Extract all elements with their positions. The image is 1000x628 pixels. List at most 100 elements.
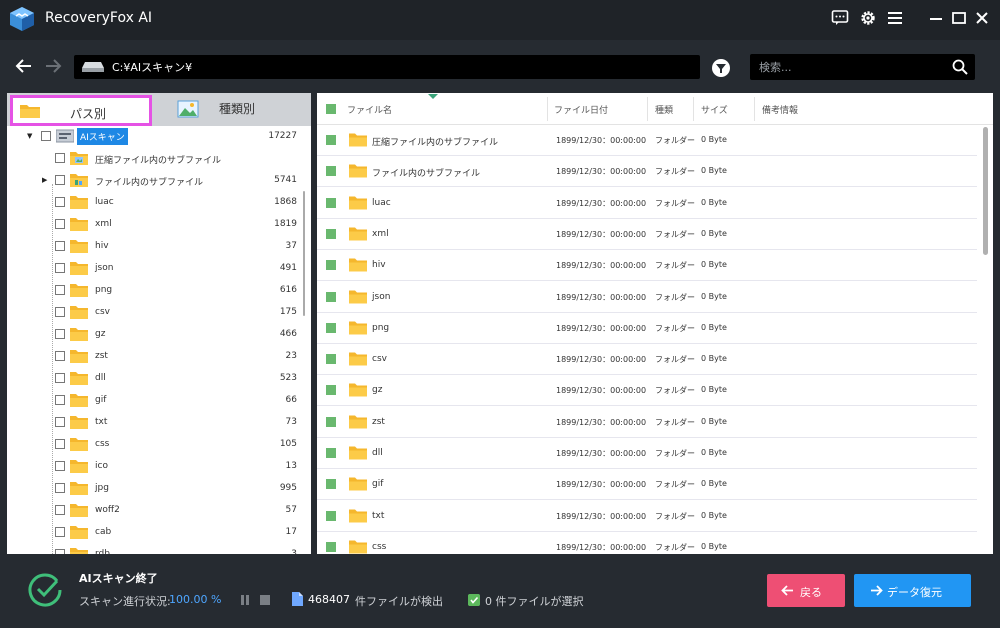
tree-checkbox[interactable] xyxy=(55,219,65,229)
tree-item[interactable]: 圧縮ファイル内のサブファイル xyxy=(7,148,303,170)
select-all-checkbox[interactable] xyxy=(326,104,336,114)
column-header-name[interactable]: ファイル名 xyxy=(347,103,392,116)
row-checkbox[interactable] xyxy=(326,291,336,302)
sort-arrow-icon[interactable] xyxy=(428,94,438,99)
tree-item[interactable]: zst 23 xyxy=(7,346,303,368)
row-checkbox[interactable] xyxy=(326,166,336,177)
file-list-scrollbar[interactable] xyxy=(983,127,988,255)
tree-checkbox[interactable] xyxy=(55,241,65,251)
row-checkbox[interactable] xyxy=(326,322,336,333)
tree-item[interactable]: ▶ ファイル内のサブファイル 5741 xyxy=(7,170,303,192)
tree-item[interactable]: json 491 xyxy=(7,258,303,280)
tree-item[interactable]: csv 175 xyxy=(7,302,303,324)
stop-icon[interactable] xyxy=(260,595,270,605)
tree-item[interactable]: xml 1819 xyxy=(7,214,303,236)
expand-arrow-icon[interactable]: ▶ xyxy=(42,176,47,184)
tree-checkbox[interactable] xyxy=(55,197,65,207)
status-bar: AIスキャン終了 スキャン進行状況: 100.00 % 468407 件ファイル… xyxy=(7,560,993,622)
file-date: 1899/12/30：00:00:00 xyxy=(556,292,647,302)
tree-item[interactable]: rdb 3 xyxy=(7,544,303,554)
pause-icon[interactable] xyxy=(240,595,250,605)
menu-icon[interactable] xyxy=(885,8,905,28)
tree-item[interactable]: woff2 57 xyxy=(7,500,303,522)
tree-item[interactable]: png 616 xyxy=(7,280,303,302)
tree-checkbox[interactable] xyxy=(55,153,65,163)
row-checkbox[interactable] xyxy=(326,260,336,271)
row-checkbox[interactable] xyxy=(326,228,336,239)
table-row[interactable]: gif 1899/12/30：00:00:00 フォルダー 0 Byte xyxy=(317,469,977,501)
tree-checkbox[interactable] xyxy=(55,505,65,515)
column-header-type[interactable]: 種類 xyxy=(655,103,673,116)
app-window: RecoveryFox AI C:¥AIスキャン¥ 検索... パス別 種類別 … xyxy=(0,0,1000,628)
recover-data-button[interactable]: データ復元 xyxy=(854,574,971,607)
tree-checkbox[interactable] xyxy=(55,285,65,295)
tree-item[interactable]: gz 466 xyxy=(7,324,303,346)
tree-checkbox[interactable] xyxy=(55,351,65,361)
search-input[interactable] xyxy=(750,54,945,80)
row-checkbox[interactable] xyxy=(326,479,336,490)
tree-checkbox[interactable] xyxy=(55,175,65,185)
row-checkbox[interactable] xyxy=(326,385,336,396)
table-row[interactable]: ファイル内のサブファイル 1899/12/30：00:00:00 フォルダー 0 By… xyxy=(317,156,977,188)
table-row[interactable]: dll 1899/12/30：00:00:00 フォルダー 0 Byte xyxy=(317,438,977,469)
close-icon[interactable] xyxy=(972,8,992,28)
column-header-size[interactable]: サイズ xyxy=(701,103,728,116)
row-checkbox[interactable] xyxy=(326,135,336,145)
row-checkbox[interactable] xyxy=(326,448,336,458)
row-checkbox[interactable] xyxy=(326,510,336,521)
row-checkbox[interactable] xyxy=(326,416,336,427)
tree-checkbox[interactable] xyxy=(55,307,65,317)
row-checkbox[interactable] xyxy=(326,541,336,552)
tree-checkbox[interactable] xyxy=(55,329,65,339)
filter-icon[interactable] xyxy=(711,58,731,78)
table-row[interactable]: zst 1899/12/30：00:00:00 フォルダー 0 Byte xyxy=(317,407,977,438)
tree-checkbox[interactable] xyxy=(55,395,65,405)
row-checkbox[interactable] xyxy=(326,354,336,365)
table-row[interactable]: css 1899/12/30：00:00:00 フォルダー 0 Byte xyxy=(317,532,977,554)
tree-item[interactable]: hiv 37 xyxy=(7,236,303,258)
tree-checkbox[interactable] xyxy=(55,549,65,554)
settings-gear-icon[interactable] xyxy=(858,8,878,28)
tree-item[interactable]: cab 17 xyxy=(7,522,303,544)
tree-item[interactable]: luac 1868 xyxy=(7,192,303,214)
tree-item[interactable]: gif 66 xyxy=(7,390,303,412)
tree-checkbox[interactable] xyxy=(55,527,65,537)
minimize-icon[interactable] xyxy=(926,8,946,28)
search-icon[interactable] xyxy=(952,59,968,75)
tree-item[interactable]: ico 13 xyxy=(7,456,303,478)
feedback-icon[interactable] xyxy=(830,8,850,28)
tree-item[interactable]: jpg 995 xyxy=(7,478,303,500)
tree-item-root[interactable]: ▼ AIスキャン 17227 xyxy=(7,126,303,148)
tree-checkbox[interactable] xyxy=(55,263,65,273)
tree-item[interactable]: css 105 xyxy=(7,434,303,456)
tab-by-path[interactable]: パス別 xyxy=(10,95,152,126)
tree-item[interactable]: txt 73 xyxy=(7,412,303,434)
tree-checkbox[interactable] xyxy=(55,483,65,493)
table-row[interactable]: json 1899/12/30：00:00:00 フォルダー 0 Byte xyxy=(317,282,977,313)
table-row[interactable]: xml 1899/12/30：00:00:00 フォルダー 0 Byte xyxy=(317,219,977,250)
tree-item[interactable]: dll 523 xyxy=(7,368,303,390)
tree-checkbox[interactable] xyxy=(55,373,65,383)
maximize-icon[interactable] xyxy=(949,8,969,28)
tree-checkbox[interactable] xyxy=(41,131,51,141)
back-button[interactable]: 戻る xyxy=(767,574,845,607)
table-row[interactable]: luac 1899/12/30：00:00:00 フォルダー 0 Byte xyxy=(317,188,977,219)
tree-scrollbar[interactable] xyxy=(303,191,305,316)
forward-arrow-icon[interactable] xyxy=(43,56,63,76)
table-row[interactable]: 圧縮ファイル内のサブファイル 1899/12/30：00:00:00 フォルダー 0 … xyxy=(317,125,977,156)
column-header-notes[interactable]: 備考情報 xyxy=(762,103,798,116)
path-bar[interactable]: C:¥AIスキャン¥ xyxy=(74,55,700,79)
table-row[interactable]: csv 1899/12/30：00:00:00 フォルダー 0 Byte xyxy=(317,344,977,376)
tree-checkbox[interactable] xyxy=(55,461,65,471)
table-row[interactable]: txt 1899/12/30：00:00:00 フォルダー 0 Byte xyxy=(317,501,977,532)
expand-arrow-icon[interactable]: ▼ xyxy=(27,132,32,140)
table-row[interactable]: png 1899/12/30：00:00:00 フォルダー 0 Byte xyxy=(317,313,977,344)
tree-checkbox[interactable] xyxy=(55,439,65,449)
tree-checkbox[interactable] xyxy=(55,417,65,427)
back-arrow-icon[interactable] xyxy=(14,56,34,76)
table-row[interactable]: gz 1899/12/30：00:00:00 フォルダー 0 Byte xyxy=(317,375,977,407)
tab-by-type[interactable]: 種類別 xyxy=(157,93,311,126)
table-row[interactable]: hiv 1899/12/30：00:00:00 フォルダー 0 Byte xyxy=(317,250,977,282)
row-checkbox[interactable] xyxy=(326,197,336,208)
column-header-date[interactable]: ファイル日付 xyxy=(554,103,608,116)
